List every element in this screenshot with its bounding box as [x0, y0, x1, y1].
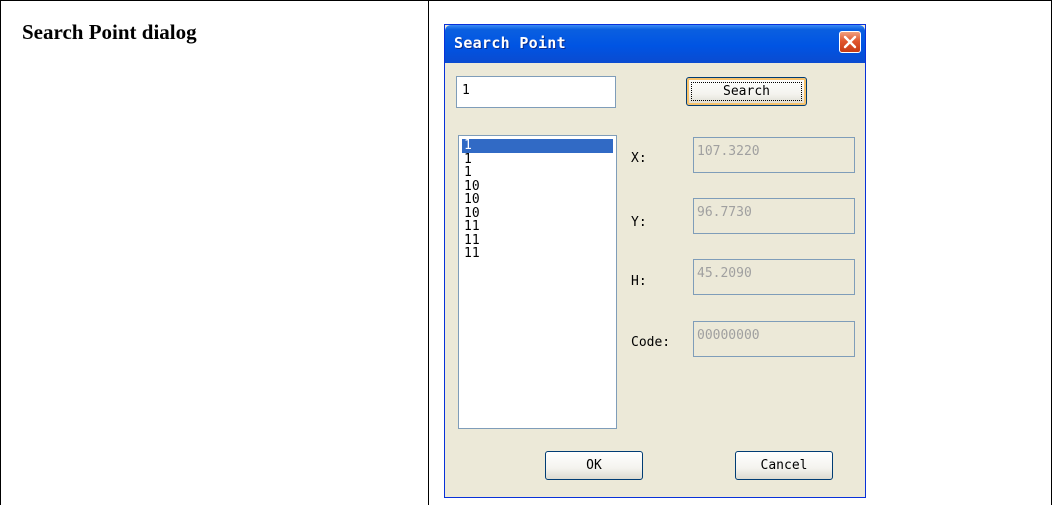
list-item[interactable]: 10	[462, 179, 613, 194]
table-column-divider	[428, 0, 429, 505]
search-point-dialog: Search Point 1 Search 1 1 1 10 10 10 11 …	[444, 24, 866, 498]
dialog-title: Search Point	[454, 34, 566, 52]
y-label: Y:	[631, 215, 647, 230]
list-item[interactable]: 11	[462, 247, 613, 261]
x-value-field: 107.3220	[693, 137, 855, 173]
search-button[interactable]: Search	[686, 77, 807, 106]
code-value-field: 00000000	[693, 321, 855, 357]
table-border-top	[0, 0, 1052, 1]
x-label: X:	[631, 151, 647, 166]
list-item[interactable]: 11	[462, 233, 613, 248]
y-value-field: 96.7730	[693, 198, 855, 234]
h-value-field: 45.2090	[693, 259, 855, 295]
search-input[interactable]: 1	[456, 76, 616, 108]
cell-title: Search Point dialog	[22, 20, 197, 44]
close-icon	[843, 35, 857, 49]
h-label: H:	[631, 274, 647, 289]
list-item[interactable]: 11	[462, 220, 613, 234]
list-item[interactable]: 1	[462, 166, 613, 180]
list-item[interactable]: 1	[462, 152, 613, 167]
list-item[interactable]: 1	[462, 139, 613, 153]
code-label: Code:	[631, 335, 671, 350]
ok-button[interactable]: OK	[545, 451, 643, 480]
focus-rectangle	[691, 82, 802, 101]
table-border-left	[0, 0, 1, 505]
list-item[interactable]: 10	[462, 193, 613, 207]
list-item[interactable]: 10	[462, 206, 613, 221]
point-list[interactable]: 1 1 1 10 10 10 11 11 11	[458, 135, 617, 429]
cancel-button[interactable]: Cancel	[735, 451, 833, 480]
dialog-titlebar[interactable]: Search Point	[445, 25, 865, 63]
close-button[interactable]	[839, 31, 861, 53]
